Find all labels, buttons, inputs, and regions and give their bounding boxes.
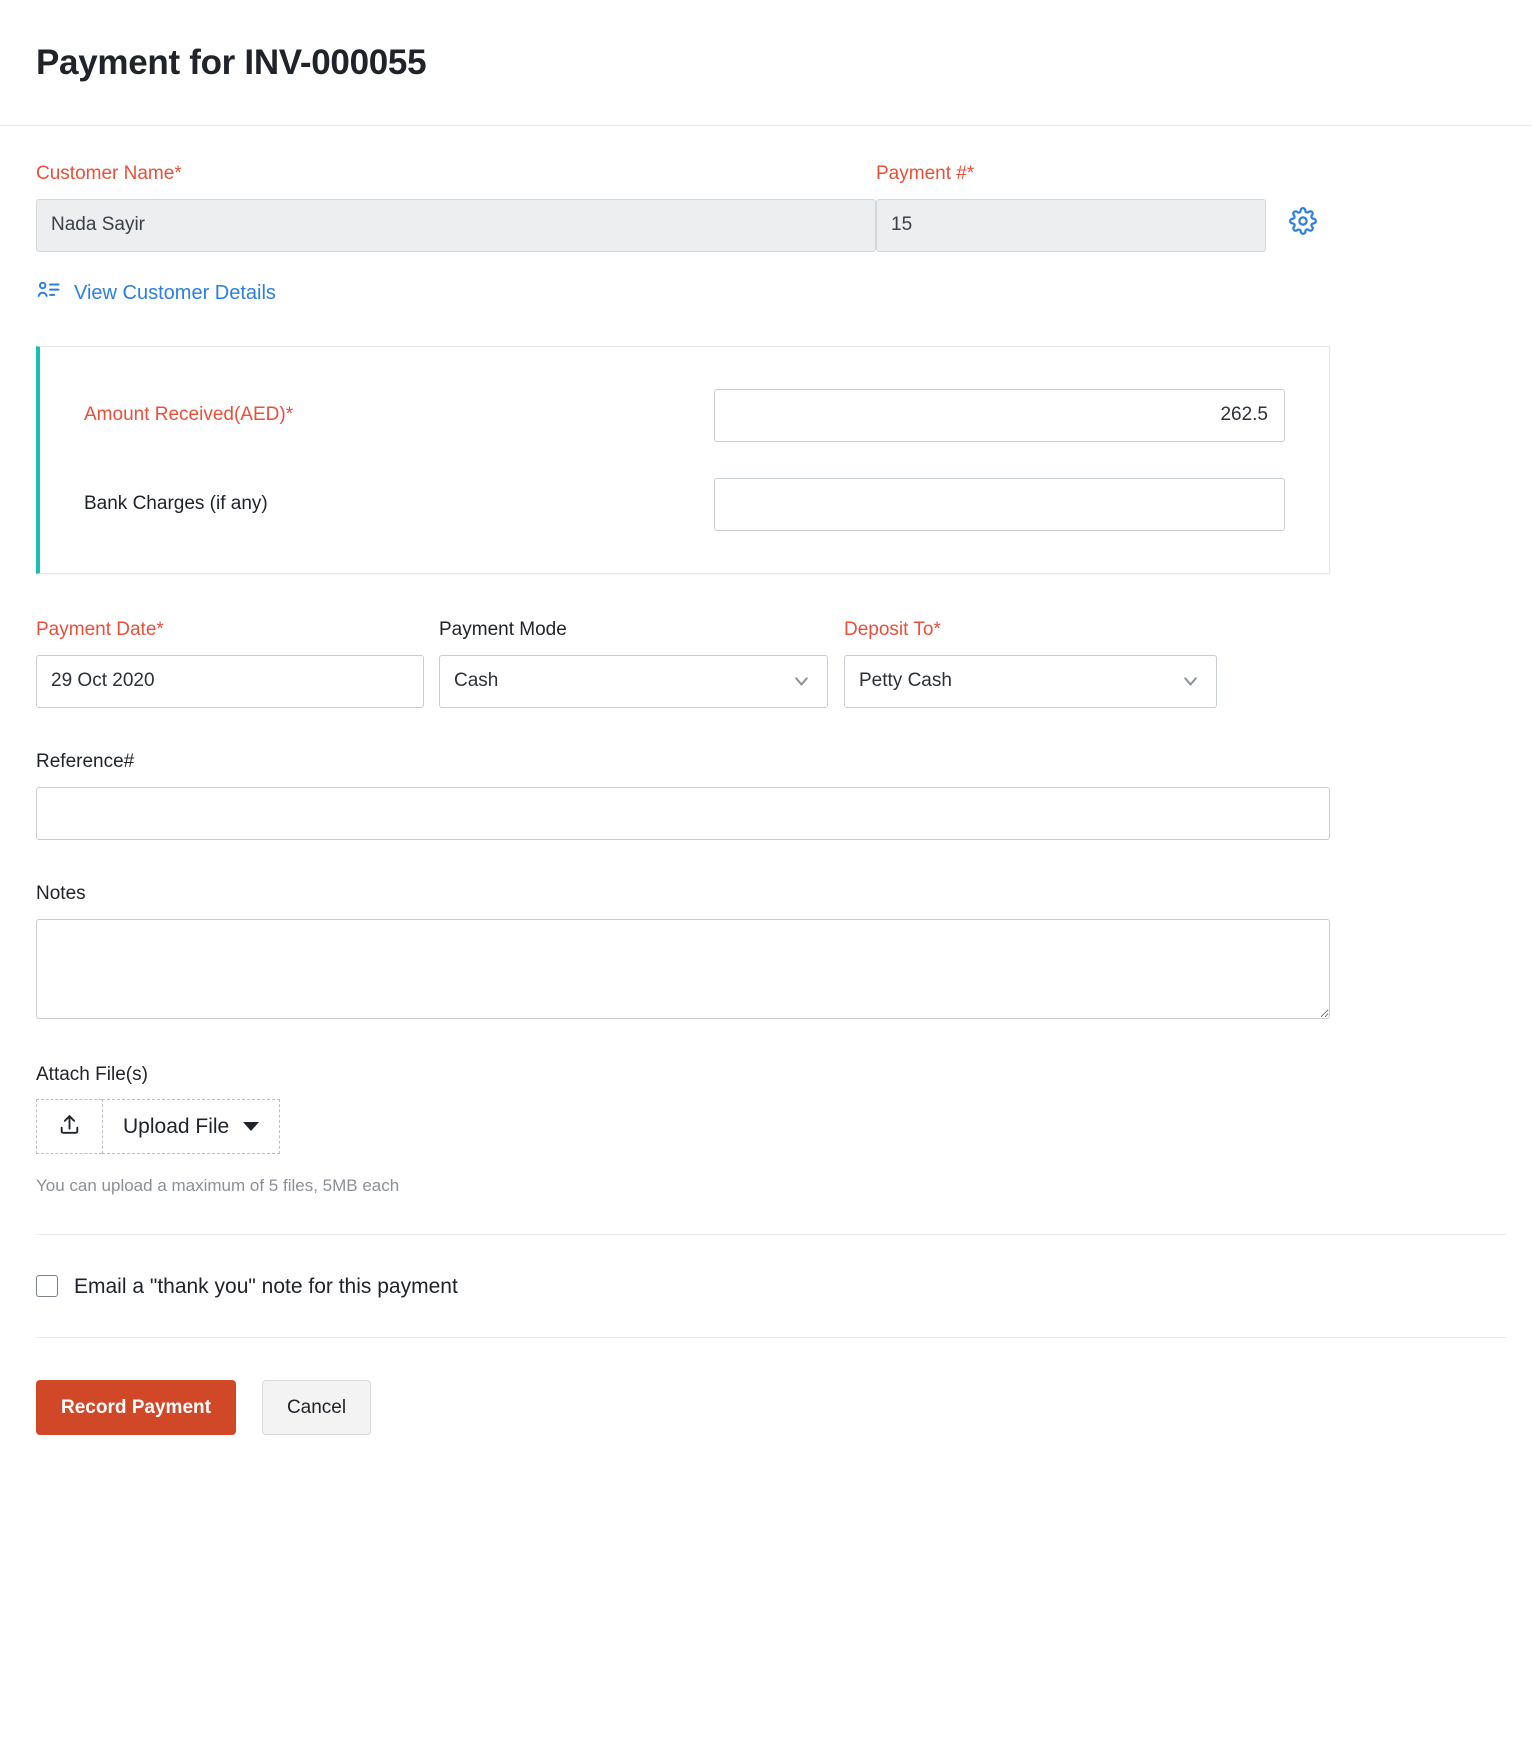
divider-below-checkbox	[36, 1337, 1506, 1338]
divider-above-checkbox	[36, 1234, 1506, 1235]
contact-details-icon	[36, 278, 61, 308]
payment-form-page: Payment for INV-000055 Customer Name* Pa…	[0, 0, 1532, 1746]
payment-date-label: Payment Date*	[36, 620, 439, 641]
page-header: Payment for INV-000055	[0, 0, 1532, 126]
form-actions: Record Payment Cancel	[36, 1380, 1496, 1495]
notes-field-group: Notes	[36, 884, 1496, 1019]
bank-charges-row: Bank Charges (if any)	[84, 470, 1285, 539]
deposit-to-field-group: Deposit To*	[844, 620, 1234, 708]
caret-down-icon	[243, 1122, 259, 1131]
deposit-to-label: Deposit To*	[844, 620, 1234, 641]
upload-icon	[57, 1112, 82, 1142]
payment-mode-label: Payment Mode	[439, 620, 844, 641]
payment-number-input[interactable]	[876, 199, 1266, 252]
payment-date-input[interactable]	[36, 655, 424, 708]
upload-hint-text: You can upload a maximum of 5 files, 5MB…	[36, 1176, 1496, 1196]
payment-mode-value[interactable]	[439, 655, 828, 708]
payment-date-field-group: Payment Date*	[36, 620, 439, 708]
customer-name-label: Customer Name*	[36, 164, 876, 185]
attachments-group: Attach File(s) Upload File You	[36, 1065, 1496, 1197]
view-customer-details-label: View Customer Details	[74, 283, 276, 303]
bank-charges-label: Bank Charges (if any)	[84, 493, 714, 515]
amount-received-row: Amount Received(AED)*	[84, 381, 1285, 450]
upload-file-control: Upload File	[36, 1099, 280, 1154]
view-customer-details-link[interactable]: View Customer Details	[36, 278, 276, 308]
amount-received-label: Amount Received(AED)*	[84, 404, 714, 426]
reference-field-group: Reference#	[36, 752, 1496, 840]
upload-file-label: Upload File	[123, 1116, 229, 1137]
bank-charges-input[interactable]	[714, 478, 1285, 531]
payment-mode-select[interactable]	[439, 655, 828, 708]
thank-you-checkbox[interactable]	[36, 1275, 58, 1297]
record-payment-button[interactable]: Record Payment	[36, 1380, 236, 1435]
reference-label: Reference#	[36, 752, 1496, 773]
notes-label: Notes	[36, 884, 1496, 905]
customer-name-input[interactable]	[36, 199, 876, 252]
payment-details-row: Payment Date* Payment Mode Deposit To*	[36, 620, 1496, 708]
attach-files-label: Attach File(s)	[36, 1065, 1496, 1086]
amount-received-input[interactable]	[714, 389, 1285, 442]
deposit-to-value[interactable]	[844, 655, 1217, 708]
payment-mode-field-group: Payment Mode	[439, 620, 844, 708]
payment-number-label: Payment #*	[876, 164, 1266, 185]
notes-textarea[interactable]	[36, 919, 1330, 1019]
upload-icon-button[interactable]	[36, 1099, 102, 1154]
amount-panel: Amount Received(AED)* Bank Charges (if a…	[36, 346, 1330, 574]
upload-file-button[interactable]: Upload File	[102, 1099, 280, 1154]
page-title: Payment for INV-000055	[36, 43, 426, 83]
thank-you-checkbox-label: Email a "thank you" note for this paymen…	[74, 1276, 458, 1297]
cancel-button[interactable]: Cancel	[262, 1380, 371, 1435]
thank-you-email-row[interactable]: Email a "thank you" note for this paymen…	[36, 1275, 458, 1297]
payment-form: Customer Name* Payment #*	[0, 126, 1532, 1495]
deposit-to-select[interactable]	[844, 655, 1217, 708]
gear-icon[interactable]	[1288, 206, 1318, 236]
payment-number-settings	[1288, 164, 1318, 236]
customer-payment-row: Customer Name* Payment #*	[36, 164, 1496, 252]
payment-number-field-group: Payment #*	[876, 164, 1266, 252]
customer-name-field-group: Customer Name*	[36, 164, 876, 252]
reference-input[interactable]	[36, 787, 1330, 840]
